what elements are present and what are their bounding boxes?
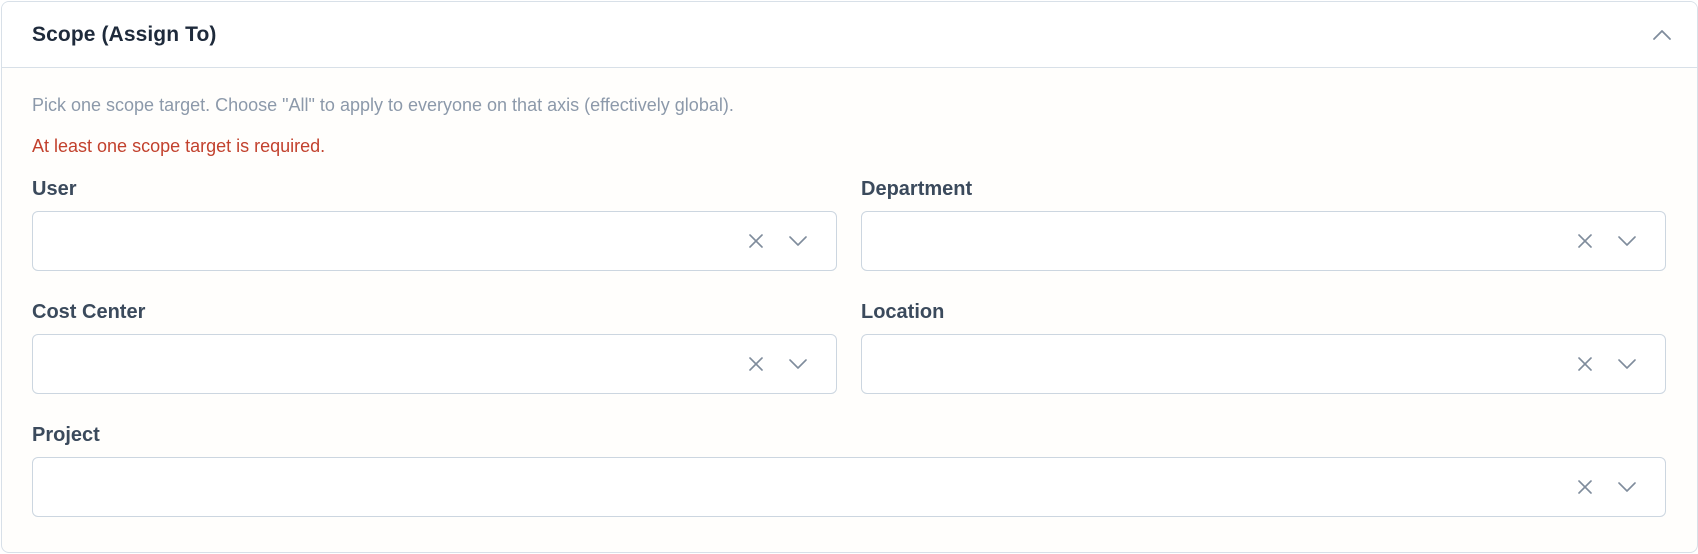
department-field: Department bbox=[861, 177, 1666, 300]
cost-center-clear-button[interactable] bbox=[744, 352, 768, 376]
cost-center-field: Cost Center bbox=[32, 300, 837, 423]
panel-title: Scope (Assign To) bbox=[32, 22, 217, 46]
project-clear-button[interactable] bbox=[1573, 475, 1597, 499]
close-icon bbox=[1578, 480, 1592, 494]
scope-panel: Scope (Assign To) Pick one scope target.… bbox=[1, 1, 1698, 553]
project-select[interactable] bbox=[32, 457, 1666, 517]
close-icon bbox=[1578, 234, 1592, 248]
project-label: Project bbox=[32, 424, 100, 446]
project-field: Project bbox=[32, 423, 1666, 546]
cost-center-label: Cost Center bbox=[32, 301, 146, 323]
department-clear-button[interactable] bbox=[1573, 229, 1597, 253]
chevron-down-icon bbox=[1618, 359, 1636, 369]
user-select[interactable] bbox=[32, 211, 837, 271]
close-icon bbox=[749, 234, 763, 248]
location-dropdown-button[interactable] bbox=[1615, 352, 1639, 376]
panel-body: Pick one scope target. Choose "All" to a… bbox=[2, 68, 1697, 546]
department-select[interactable] bbox=[861, 211, 1666, 271]
chevron-up-icon bbox=[1653, 29, 1671, 40]
project-dropdown-button[interactable] bbox=[1615, 475, 1639, 499]
location-label: Location bbox=[861, 301, 945, 323]
chevron-down-icon bbox=[789, 359, 807, 369]
location-field: Location bbox=[861, 300, 1666, 423]
collapse-button[interactable] bbox=[1645, 18, 1679, 52]
department-label: Department bbox=[861, 178, 973, 200]
department-dropdown-button[interactable] bbox=[1615, 229, 1639, 253]
user-field: User bbox=[32, 177, 837, 300]
user-label: User bbox=[32, 178, 77, 200]
cost-center-dropdown-button[interactable] bbox=[786, 352, 810, 376]
chevron-down-icon bbox=[1618, 482, 1636, 492]
scope-fields-grid: User Department Cost Center Location Pro… bbox=[32, 177, 1667, 546]
close-icon bbox=[1578, 357, 1592, 371]
location-clear-button[interactable] bbox=[1573, 352, 1597, 376]
location-select[interactable] bbox=[861, 334, 1666, 394]
chevron-down-icon bbox=[1618, 236, 1636, 246]
user-clear-button[interactable] bbox=[744, 229, 768, 253]
user-dropdown-button[interactable] bbox=[786, 229, 810, 253]
chevron-down-icon bbox=[789, 236, 807, 246]
close-icon bbox=[749, 357, 763, 371]
scope-hint: Pick one scope target. Choose "All" to a… bbox=[32, 95, 734, 115]
panel-header[interactable]: Scope (Assign To) bbox=[2, 2, 1697, 68]
cost-center-select[interactable] bbox=[32, 334, 837, 394]
scope-error-message: At least one scope target is required. bbox=[32, 136, 326, 156]
